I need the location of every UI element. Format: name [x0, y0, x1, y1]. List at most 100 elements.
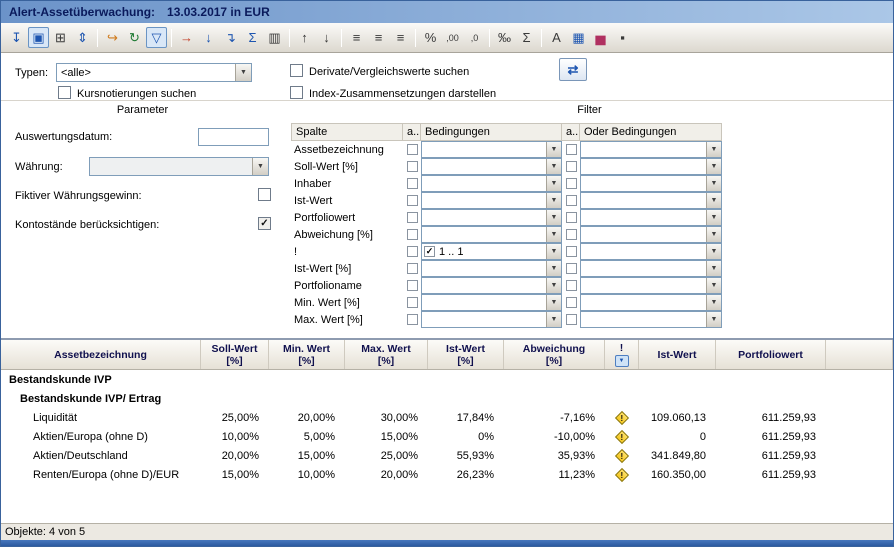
bedingungen-combo[interactable]: ▼ [421, 226, 562, 243]
chevron-down-icon[interactable]: ▼ [706, 261, 721, 276]
and-checkbox[interactable] [407, 246, 418, 257]
bedingungen-combo[interactable]: ▼ [421, 209, 562, 226]
column-header-min-wert[interactable]: Min. Wert[%] [269, 340, 345, 369]
or-checkbox[interactable] [566, 178, 577, 189]
oder-bedingungen-combo[interactable]: ▼ [580, 175, 722, 192]
thousands-format-icon[interactable]: ‰ [494, 27, 515, 48]
chevron-down-icon[interactable]: ▼ [706, 142, 721, 157]
subtotal-icon[interactable]: Σ [242, 27, 263, 48]
and-checkbox[interactable] [407, 297, 418, 308]
sort-ascending-icon[interactable]: ↑ [294, 27, 315, 48]
oder-bedingungen-combo[interactable]: ▼ [580, 311, 722, 328]
oder-bedingungen-combo[interactable]: ▼ [580, 158, 722, 175]
and-checkbox[interactable] [407, 280, 418, 291]
bool-filter-checkbox[interactable]: ✓ [424, 246, 435, 257]
or-checkbox[interactable] [566, 195, 577, 206]
chevron-down-icon[interactable]: ▼ [546, 312, 561, 327]
column-header-ist-wert[interactable]: Ist-Wert [639, 340, 716, 369]
oder-bedingungen-combo[interactable]: ▼ [580, 294, 722, 311]
fiktiver-waehrungsgewinn-checkbox[interactable] [258, 188, 271, 201]
filter-icon[interactable]: ▽ [146, 27, 167, 48]
table-row[interactable]: Renten/Europa (ohne D)/EUR 15,00% 10,00%… [1, 465, 893, 484]
kursnotierungen-checkbox[interactable] [58, 86, 71, 99]
index-checkbox[interactable] [290, 86, 303, 99]
or-checkbox[interactable] [566, 314, 577, 325]
bedingungen-combo[interactable]: ▼ [421, 192, 562, 209]
chevron-down-icon[interactable]: ▼ [546, 278, 561, 293]
remove-decimal-icon[interactable]: ,0 [464, 27, 485, 48]
table-row[interactable]: Aktien/Europa (ohne D) 10,00% 5,00% 15,0… [1, 427, 893, 446]
chevron-down-icon[interactable]: ▼ [706, 210, 721, 225]
sort-descending-icon[interactable]: ↓ [316, 27, 337, 48]
column-chart-icon[interactable]: ▥ [264, 27, 285, 48]
chevron-down-icon[interactable]: ▼ [546, 295, 561, 310]
chevron-down-icon[interactable]: ▼ [706, 312, 721, 327]
align-right-icon[interactable]: ≡ [390, 27, 411, 48]
align-center-icon[interactable]: ≡ [368, 27, 389, 48]
refresh-button[interactable]: ⇄ [559, 58, 587, 81]
drill-down-icon[interactable]: ↓ [198, 27, 219, 48]
expand-branch-icon[interactable]: ↴ [220, 27, 241, 48]
chart-view-icon[interactable]: ▅ [590, 27, 611, 48]
column-header-assetbezeichnung[interactable]: Assetbezeichnung [1, 340, 201, 369]
and-checkbox[interactable] [407, 178, 418, 189]
and-checkbox[interactable] [407, 144, 418, 155]
bedingungen-combo[interactable]: ▼ [421, 141, 562, 158]
group-row-portfolio[interactable]: Bestandskunde IVP/ Ertrag [1, 389, 893, 408]
column-header-max-wert[interactable]: Max. Wert[%] [345, 340, 428, 369]
chevron-down-icon[interactable]: ▼ [706, 278, 721, 293]
and-checkbox[interactable] [407, 212, 418, 223]
or-checkbox[interactable] [566, 297, 577, 308]
chevron-down-icon[interactable]: ▼ [546, 210, 561, 225]
or-checkbox[interactable] [566, 212, 577, 223]
chevron-down-icon[interactable]: ▼ [546, 193, 561, 208]
bedingungen-combo[interactable]: ▼ [421, 294, 562, 311]
waehrung-combobox[interactable]: ▼ [89, 157, 269, 176]
column-header-alert[interactable]: !▼ [605, 340, 639, 369]
chevron-down-icon[interactable]: ▼ [546, 227, 561, 242]
and-checkbox[interactable] [407, 161, 418, 172]
drill-forward-icon[interactable]: → [176, 27, 197, 48]
oder-bedingungen-combo[interactable]: ▼ [580, 277, 722, 294]
chevron-down-icon[interactable]: ▼ [706, 193, 721, 208]
new-window-icon[interactable]: ⊞ [50, 27, 71, 48]
typen-combobox[interactable]: <alle> ▼ [56, 63, 252, 82]
expand-rows-icon[interactable]: ⇕ [72, 27, 93, 48]
bedingungen-combo[interactable]: ▼ [421, 260, 562, 277]
chevron-down-icon[interactable]: ▼ [252, 158, 268, 175]
auswertungsdatum-input[interactable] [198, 128, 269, 146]
column-header-portfoliowert[interactable]: Portfoliowert [716, 340, 826, 369]
table-row[interactable]: Liquidität 25,00% 20,00% 30,00% 17,84% -… [1, 408, 893, 427]
chevron-down-icon[interactable]: ▼ [546, 176, 561, 191]
or-checkbox[interactable] [566, 144, 577, 155]
close-view-icon[interactable]: ↪ [102, 27, 123, 48]
table-row[interactable]: Aktien/Deutschland 20,00% 15,00% 25,00% … [1, 446, 893, 465]
sum-icon[interactable]: Σ [516, 27, 537, 48]
bedingungen-combo[interactable]: ▼ [421, 158, 562, 175]
chevron-down-icon[interactable]: ▼ [235, 64, 251, 81]
chevron-down-icon[interactable]: ▼ [546, 244, 561, 259]
chevron-down-icon[interactable]: ▼ [706, 159, 721, 174]
chevron-down-icon[interactable]: ▼ [546, 142, 561, 157]
or-checkbox[interactable] [566, 161, 577, 172]
or-checkbox[interactable] [566, 280, 577, 291]
export-report-icon[interactable]: ↧ [6, 27, 27, 48]
and-checkbox[interactable] [407, 263, 418, 274]
oder-bedingungen-combo[interactable]: ▼ [580, 192, 722, 209]
oder-bedingungen-combo[interactable]: ▼ [580, 141, 722, 158]
chevron-down-icon[interactable]: ▼ [706, 227, 721, 242]
and-checkbox[interactable] [407, 314, 418, 325]
chevron-down-icon[interactable]: ▼ [546, 159, 561, 174]
oder-bedingungen-combo[interactable]: ▼ [580, 260, 722, 277]
pin-view-icon[interactable]: ▣ [28, 27, 49, 48]
column-header-abweichung[interactable]: Abweichung[%] [504, 340, 605, 369]
chevron-down-icon[interactable]: ▼ [706, 244, 721, 259]
percent-format-icon[interactable]: % [420, 27, 441, 48]
kontostaende-checkbox[interactable]: ✓ [258, 217, 271, 230]
oder-bedingungen-combo[interactable]: ▼ [580, 243, 722, 260]
bedingungen-combo[interactable]: ▼ [421, 311, 562, 328]
column-header-soll-wert[interactable]: Soll-Wert[%] [201, 340, 269, 369]
refresh-icon[interactable]: ↻ [124, 27, 145, 48]
chevron-down-icon[interactable]: ▼ [706, 295, 721, 310]
font-icon[interactable]: A [546, 27, 567, 48]
